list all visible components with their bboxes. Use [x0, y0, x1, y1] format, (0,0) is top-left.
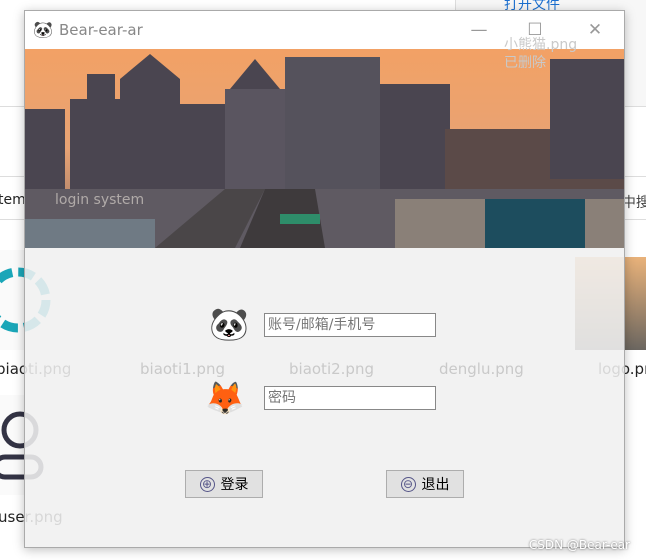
watermark: CSDN @Bear-ear [528, 538, 630, 552]
password-input[interactable] [264, 386, 436, 410]
username-input[interactable] [264, 313, 436, 337]
title-bar[interactable]: 🐼 Bear-ear-ar — ☐ ✕ [25, 11, 624, 49]
login-label: 登录 [220, 477, 249, 493]
breadcrumb-item[interactable]: tem [0, 192, 26, 208]
exit-button[interactable]: ⊖ 退出 [386, 470, 464, 498]
minimize-button[interactable]: — [459, 17, 499, 43]
plus-circle-icon: ⊕ [199, 476, 215, 492]
maximize-button[interactable]: ☐ [515, 17, 555, 43]
login-button[interactable]: ⊕ 登录 [185, 470, 263, 498]
login-form: 🐼 🦊 ⊕ 登录 ⊖ 退出 [25, 248, 624, 547]
minus-circle-icon: ⊖ [400, 476, 416, 492]
city-banner-image [25, 49, 624, 248]
login-window: 🐼 Bear-ear-ar — ☐ ✕ 🐼 🦊 ⊕ 登录 ⊖ 退出 [24, 10, 625, 548]
exit-label: 退出 [421, 477, 450, 493]
panda-icon: 🐼 [33, 20, 53, 39]
panda-avatar-icon: 🐼 [209, 305, 249, 343]
window-title: Bear-ear-ar [59, 21, 143, 39]
red-panda-avatar-icon: 🦊 [205, 379, 245, 417]
close-button[interactable]: ✕ [575, 17, 615, 43]
